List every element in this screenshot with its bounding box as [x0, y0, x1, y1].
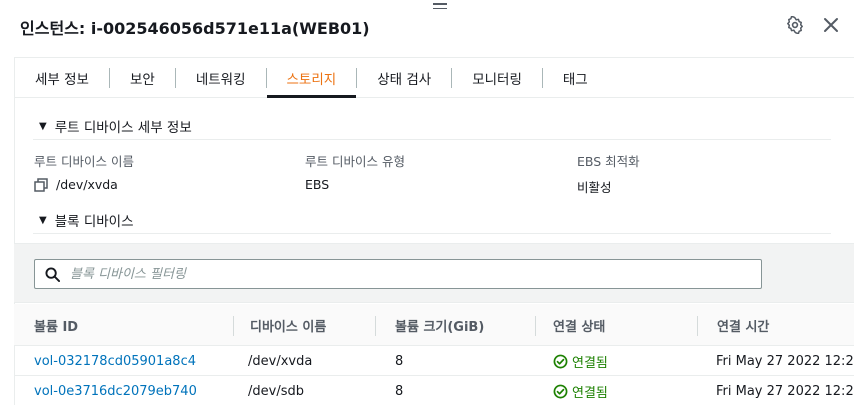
drag-handle-icon[interactable]	[433, 3, 447, 11]
column-divider[interactable]	[535, 316, 536, 336]
column-divider[interactable]	[375, 316, 376, 336]
attach-time: Fri May 27 2022 12:2	[716, 354, 854, 369]
check-circle-icon	[553, 384, 568, 399]
column-header-volume-id[interactable]: 볼륨 ID	[34, 304, 78, 346]
field-label: EBS 최적화	[577, 154, 640, 169]
close-icon[interactable]	[820, 14, 842, 36]
volume-size: 8	[395, 384, 404, 399]
panel-header: 인스턴스: i-002546056d571e11a(WEB01)	[20, 16, 370, 38]
tab-details[interactable]: 세부 정보	[15, 58, 109, 97]
block-device-filter[interactable]	[34, 259, 762, 289]
status-text: 연결됨	[572, 356, 608, 371]
field-label: 루트 디바이스 이름	[34, 154, 134, 169]
volume-id-link[interactable]: vol-0e3716dc2079eb740	[34, 377, 197, 405]
column-divider[interactable]	[233, 316, 234, 336]
root-device-type: 루트 디바이스 유형 EBS	[305, 151, 405, 192]
status-text: 연결됨	[572, 386, 608, 401]
tab-monitoring[interactable]: 모니터링	[452, 58, 542, 97]
tab-bar: 세부 정보 보안 네트워킹 스토리지 상태 검사 모니터링 태그	[15, 58, 854, 98]
volume-size: 8	[395, 354, 404, 369]
caret-down-icon: ▼	[39, 120, 47, 132]
ebs-optimized: EBS 최적화 비활성	[577, 151, 640, 196]
search-input[interactable]	[70, 266, 720, 282]
copy-icon[interactable]	[34, 177, 48, 192]
column-divider[interactable]	[697, 316, 698, 336]
column-header-attach-status[interactable]: 연결 상태	[553, 304, 605, 346]
header-actions	[784, 14, 842, 36]
section-heading: 루트 디바이스 세부 정보	[54, 120, 192, 136]
tab-tags[interactable]: 태그	[543, 58, 608, 97]
volume-id-link[interactable]: vol-032178cd05901a8c4	[34, 347, 196, 376]
attach-time: Fri May 27 2022 12:2	[716, 384, 854, 399]
field-label: 루트 디바이스 유형	[305, 154, 405, 169]
field-value: 비활성	[577, 180, 612, 195]
section-divider	[33, 139, 831, 140]
tab-status-checks[interactable]: 상태 검사	[357, 58, 451, 97]
table-row: vol-032178cd05901a8c4 /dev/xvda 8 연결됨 Fr…	[14, 347, 854, 376]
table-header: 볼륨 ID 디바이스 이름 볼륨 크기(GiB) 연결 상태 연결 시간	[14, 304, 854, 346]
root-device-name: 루트 디바이스 이름 /dev/xvda	[34, 151, 134, 192]
caret-down-icon: ▼	[39, 214, 47, 226]
table-row: vol-0e3716dc2079eb740 /dev/sdb 8 연결됨 Fri…	[14, 377, 854, 405]
block-device-section-toggle[interactable]: ▼ 블록 디바이스	[39, 210, 845, 230]
device-name: /dev/sdb	[248, 384, 304, 399]
column-header-device-name[interactable]: 디바이스 이름	[250, 304, 326, 346]
section-divider	[33, 233, 831, 234]
root-device-section-toggle[interactable]: ▼ 루트 디바이스 세부 정보	[39, 116, 845, 136]
gear-icon[interactable]	[784, 14, 806, 36]
attach-status: 연결됨	[553, 377, 608, 405]
filter-toolbar	[14, 243, 854, 303]
search-icon	[45, 266, 60, 282]
tab-security[interactable]: 보안	[110, 58, 175, 97]
field-value: /dev/xvda	[56, 177, 118, 192]
check-circle-icon	[553, 354, 568, 369]
tab-networking[interactable]: 네트워킹	[176, 58, 266, 97]
field-value: EBS	[305, 177, 330, 192]
page-title: 인스턴스: i-002546056d571e11a(WEB01)	[20, 19, 370, 38]
column-header-attach-time[interactable]: 연결 시간	[717, 304, 769, 346]
column-header-volume-size[interactable]: 볼륨 크기(GiB)	[395, 304, 484, 346]
section-heading: 블록 디바이스	[54, 214, 134, 230]
tab-storage[interactable]: 스토리지	[266, 58, 357, 98]
device-name: /dev/xvda	[248, 354, 313, 369]
attach-status: 연결됨	[553, 347, 608, 376]
